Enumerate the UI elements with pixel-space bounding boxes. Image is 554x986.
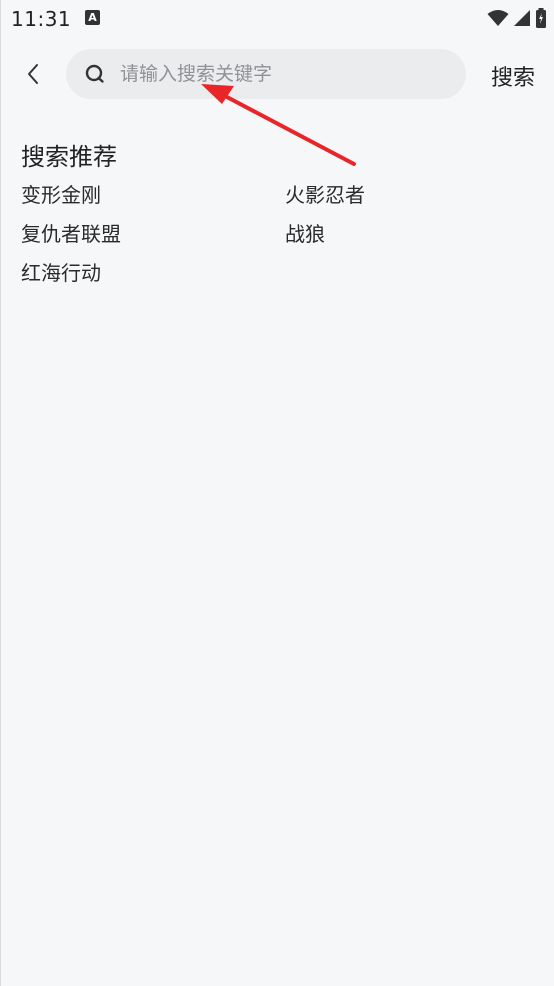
search-screen: 11:31 A 请输入搜索关键字 搜索 搜索推荐 变形金刚 火影忍者 复仇者联盟… bbox=[0, 0, 554, 986]
search-input[interactable] bbox=[118, 53, 442, 95]
notification-app-icon: A bbox=[85, 10, 100, 25]
back-button[interactable] bbox=[15, 56, 51, 92]
search-box[interactable] bbox=[66, 49, 466, 99]
recommend-item[interactable]: 变形金刚 bbox=[21, 177, 285, 216]
status-icons bbox=[487, 8, 547, 28]
wifi-icon bbox=[487, 10, 509, 26]
status-time: 11:31 bbox=[11, 7, 72, 31]
battery-icon bbox=[536, 8, 546, 28]
search-icon bbox=[84, 63, 106, 85]
chevron-left-icon bbox=[28, 64, 38, 84]
recommend-item[interactable]: 战狼 bbox=[285, 216, 535, 255]
recommend-list: 变形金刚 火影忍者 复仇者联盟 战狼 红海行动 bbox=[21, 177, 541, 294]
status-bar: 11:31 A bbox=[1, 0, 554, 38]
recommend-item[interactable]: 火影忍者 bbox=[285, 177, 535, 216]
recommend-item[interactable]: 复仇者联盟 bbox=[21, 216, 285, 255]
recommend-title: 搜索推荐 bbox=[21, 143, 117, 171]
recommend-item[interactable]: 红海行动 bbox=[21, 255, 285, 294]
search-button[interactable]: 搜索 bbox=[491, 60, 535, 92]
search-bar: 搜索 bbox=[1, 48, 554, 100]
cell-signal-icon bbox=[514, 10, 530, 26]
